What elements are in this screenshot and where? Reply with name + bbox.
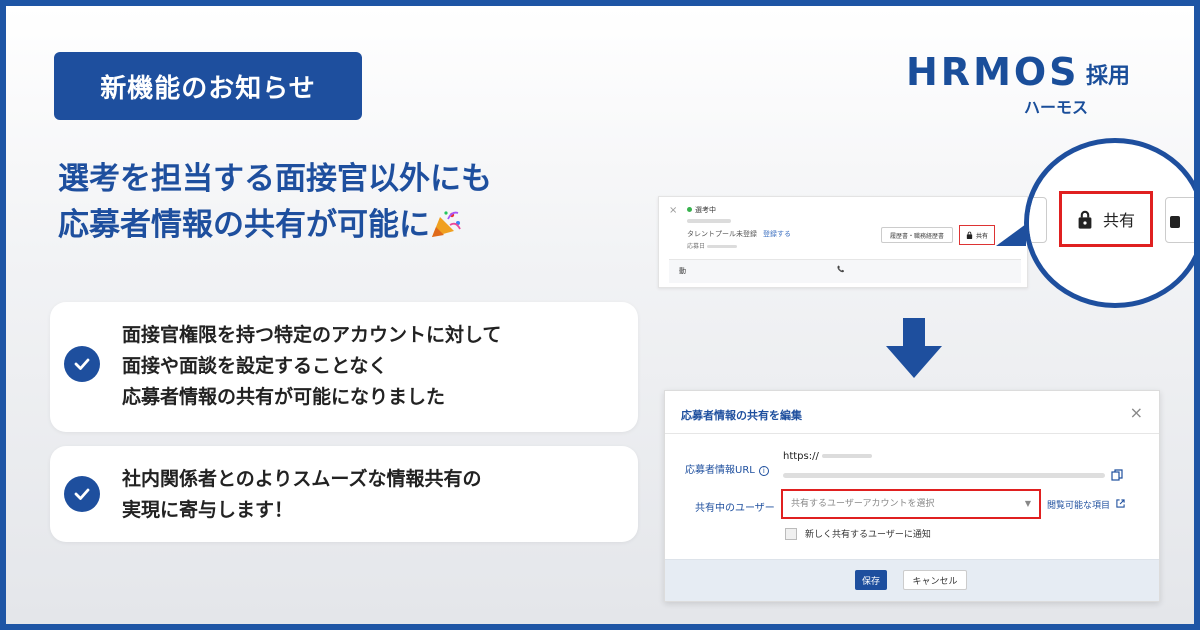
party-popper-icon: [432, 211, 461, 237]
external-link-icon: [1116, 499, 1125, 508]
viewable-items-link[interactable]: 閲覧可能な項目: [1047, 498, 1125, 511]
headline-line-1: 選考を担当する面接官以外にも: [58, 161, 492, 197]
register-link[interactable]: 登録する: [763, 230, 791, 238]
close-icon[interactable]: ×: [1130, 403, 1143, 422]
phone-icon: 📞: [837, 266, 845, 273]
headline-line-2: 応募者情報の共有が可能に: [58, 202, 658, 248]
divider: [665, 433, 1159, 434]
adjacent-button: [1029, 197, 1047, 243]
contact-bar: 動 📞: [669, 259, 1021, 283]
chevron-down-icon: ▼: [1024, 499, 1031, 508]
banner: 新機能のお知らせ HRMOS 採用 ハーモス 選考を担当する面接官以外にも 応募…: [6, 6, 1194, 624]
apply-date: 応募日: [687, 241, 737, 250]
user-account-select[interactable]: 共有するユーザーアカウントを選択 ▼: [781, 489, 1041, 519]
share-button[interactable]: 共有: [959, 225, 995, 245]
save-button[interactable]: 保存: [855, 570, 887, 590]
check-circle-icon: [64, 476, 100, 512]
lock-icon: [1078, 210, 1092, 229]
close-icon[interactable]: ×: [669, 205, 677, 216]
notify-label: 新しく共有するユーザーに通知: [805, 530, 931, 540]
status-badge: 選考中: [687, 205, 716, 215]
cancel-button[interactable]: キャンセル: [903, 570, 967, 590]
check-circle-icon: [64, 346, 100, 382]
url-label: 応募者情報URL i: [685, 461, 769, 476]
feature-point-1: 面接官権限を持つ特定のアカウントに対して 面接や面談を設定することなく 応募者情…: [50, 302, 638, 432]
share-button-zoomed[interactable]: 共有: [1059, 191, 1153, 247]
dialog-title: 応募者情報の共有を編集: [681, 409, 802, 422]
feature-point-1-text: 面接官権限を持つ特定のアカウントに対して 面接や面談を設定することなく 応募者情…: [122, 324, 502, 408]
applicant-detail-screenshot: × 選考中 タレントプール未登録 登録する 応募日 履歴書・職務経歴書 共有 動 …: [658, 196, 1028, 288]
arrow-down-icon: [886, 318, 942, 378]
magnified-share-button: 共有: [1024, 138, 1194, 308]
talent-pool-status: タレントプール未登録 登録する: [687, 230, 791, 238]
feature-point-2-text: 社内関係者とのよりスムーズな情報共有の 実現に寄与します！: [122, 468, 482, 521]
logo-main-text: HRMOS: [906, 50, 1080, 94]
shared-users-label: 共有中のユーザー: [695, 503, 775, 514]
headline: 選考を担当する面接官以外にも 応募者情報の共有が可能に: [58, 156, 658, 248]
logo-kana-text: ハーモス: [1024, 98, 1089, 117]
print-icon: [1165, 197, 1194, 243]
contact-left: 動: [679, 267, 686, 275]
new-feature-badge: 新機能のお知らせ: [54, 52, 362, 120]
info-icon[interactable]: i: [758, 466, 769, 476]
share-edit-dialog: 応募者情報の共有を編集 × 応募者情報URL i https:// 共有中のユーザ…: [664, 390, 1160, 602]
hrmos-logo: HRMOS 採用 ハーモス: [906, 50, 1151, 120]
resume-button[interactable]: 履歴書・職務経歴書: [881, 227, 953, 243]
lock-icon: [966, 231, 973, 239]
feature-point-2: 社内関係者とのよりスムーズな情報共有の 実現に寄与します！: [50, 446, 638, 542]
logo-sub-text: 採用: [1086, 64, 1131, 89]
url-value: https://: [783, 451, 873, 462]
blurred-url: [783, 473, 1105, 478]
copy-icon[interactable]: [1111, 469, 1123, 481]
notify-option: 新しく共有するユーザーに通知: [785, 527, 931, 540]
notify-checkbox[interactable]: [785, 527, 797, 540]
blurred-name: [687, 219, 731, 223]
